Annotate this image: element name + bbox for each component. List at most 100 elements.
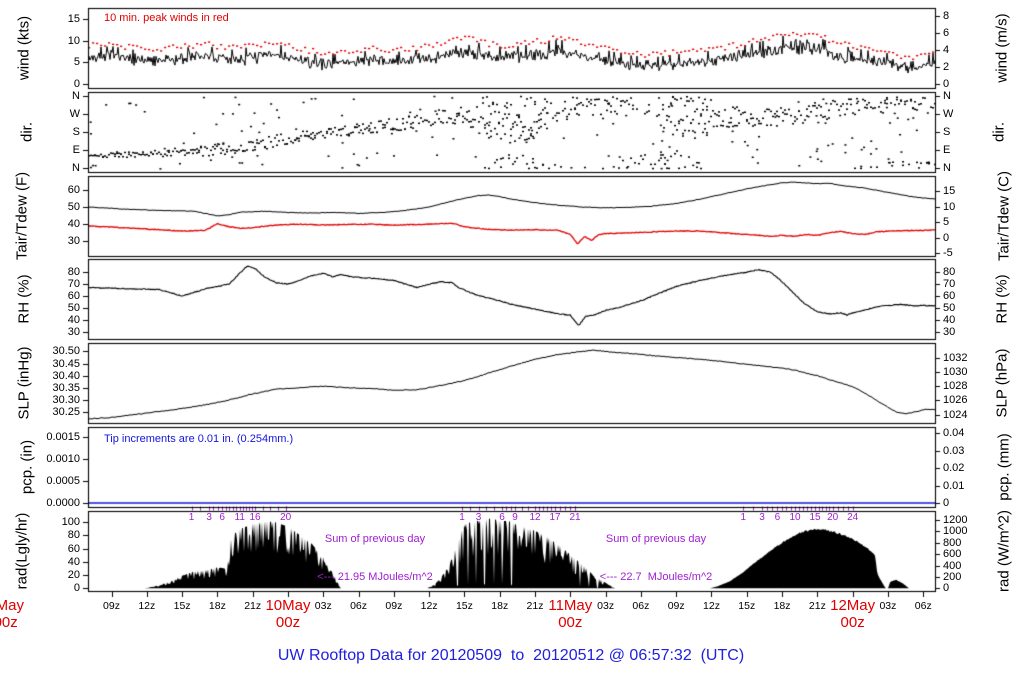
axis-title-rh-right: RH (%) xyxy=(993,274,1011,324)
right-tick-label: 15 xyxy=(943,185,956,197)
right-tick-label: 8 xyxy=(943,10,950,22)
sum-previous-day-2: Sum of previous day <--- 22.7 MJoules/m^… xyxy=(600,508,712,608)
axis-title-pcp-mm: pcp. (mm) xyxy=(995,433,1013,501)
x-tick-label: 18z xyxy=(773,600,791,612)
right-tick-label: W xyxy=(943,108,954,120)
day-label-hour: 00z xyxy=(0,614,18,631)
rad-cumulative-label: 21 xyxy=(569,512,581,523)
sum-previous-day-2-line1: Sum of previous day xyxy=(605,533,707,545)
right-tick-label: 0.04 xyxy=(943,427,965,439)
left-tick-label: 50 xyxy=(67,302,80,314)
left-tick-label: 80 xyxy=(67,266,80,278)
left-tick-label: 0.0000 xyxy=(46,497,80,509)
rad-cumulative-label: 20 xyxy=(280,512,292,523)
right-tick-label: N xyxy=(943,90,951,102)
plot-overlay: wind (kts) dir. Tair/Tdew (F) RH (%) SLP… xyxy=(0,0,1024,700)
axis-title-wind-kts: wind (kts) xyxy=(15,15,33,81)
right-tick-label: 0 xyxy=(943,582,950,594)
day-label-hour: 00z xyxy=(275,614,301,631)
right-tick-label: 5 xyxy=(943,216,950,228)
uw-rooftop-weather-plot: wind (kts) dir. Tair/Tdew (F) RH (%) SLP… xyxy=(0,0,1024,700)
right-tick-label: 400 xyxy=(943,560,962,572)
left-tick-label: 80 xyxy=(67,529,80,541)
x-tick-label: 12z xyxy=(703,600,720,612)
left-tick-label: 5 xyxy=(73,56,80,68)
peak-winds-annotation: 10 min. peak winds in red xyxy=(104,12,229,24)
x-tick-label: 12z xyxy=(420,600,438,612)
axis-title-tair-c: Tair/Tdew (C) xyxy=(995,170,1013,262)
axis-title-dir-right: dir. xyxy=(990,121,1008,143)
rad-cumulative-label: 12 xyxy=(529,512,541,523)
left-tick-label: 70 xyxy=(67,278,80,290)
rad-cumulative-label: 3 xyxy=(475,512,482,523)
left-tick-label: N xyxy=(72,162,80,174)
right-tick-label: 4 xyxy=(943,44,950,56)
x-tick-label: 18z xyxy=(208,600,226,612)
left-tick-label: 40 xyxy=(67,218,80,230)
left-tick-label: 30.30 xyxy=(52,394,80,406)
left-tick-label: 30 xyxy=(67,235,80,247)
right-tick-label: 70 xyxy=(943,278,956,290)
right-tick-label: 50 xyxy=(943,302,956,314)
tip-increments-annotation: Tip increments are 0.01 in. (0.254mm.) xyxy=(104,433,294,445)
right-tick-label: 10 xyxy=(943,201,956,213)
x-tick-label: 09z xyxy=(385,600,403,612)
right-tick-label: 0.01 xyxy=(943,480,965,492)
right-tick-label: 200 xyxy=(943,571,962,583)
day-label-date: 11May xyxy=(548,597,593,614)
left-tick-label: 0.0005 xyxy=(46,475,80,487)
rad-cumulative-label: 17 xyxy=(549,512,561,523)
right-tick-label: 6 xyxy=(943,27,950,39)
right-tick-label: 0 xyxy=(943,232,950,244)
left-tick-label: W xyxy=(69,108,80,120)
left-tick-label: 60 xyxy=(67,543,80,555)
sum-previous-day-1-line1: Sum of previous day xyxy=(324,533,426,545)
left-tick-label: 60 xyxy=(67,184,80,196)
right-tick-label: 0 xyxy=(943,78,950,90)
x-tick-label: 15z xyxy=(738,600,756,612)
sum-previous-day-2-line2: <--- 22.7 MJoules/m^2 xyxy=(599,570,713,583)
right-tick-label: 0.03 xyxy=(943,445,965,457)
right-tick-label: S xyxy=(943,126,951,138)
x-tick-label: 18z xyxy=(491,600,509,612)
sum-previous-day-1: Sum of previous day <--- 21.95 MJoules/m… xyxy=(317,508,433,608)
right-tick-label: 0 xyxy=(943,497,950,509)
rad-cumulative-label: 24 xyxy=(847,512,859,523)
day-label-date: 10May xyxy=(265,597,311,614)
left-tick-label: 0.0010 xyxy=(46,453,80,465)
left-tick-label: 30.45 xyxy=(52,358,80,370)
right-tick-label: 80 xyxy=(943,266,956,278)
right-tick-label: E xyxy=(943,144,951,156)
x-tick-label: 06z xyxy=(350,600,368,612)
x-tick-label: 15z xyxy=(455,600,473,612)
left-tick-label: 30.25 xyxy=(52,406,80,418)
right-tick-label: 40 xyxy=(943,314,956,326)
right-tick-label: 1024 xyxy=(943,409,968,421)
left-tick-label: 50 xyxy=(67,201,80,213)
right-tick-label: 1026 xyxy=(943,394,968,406)
right-tick-label: 2 xyxy=(943,61,950,73)
left-tick-label: 40 xyxy=(67,314,80,326)
left-tick-label: S xyxy=(72,126,80,138)
axis-title-wind-ms: wind (m/s) xyxy=(993,13,1011,83)
right-tick-label: 600 xyxy=(943,548,962,560)
left-tick-label: 30.50 xyxy=(52,345,80,357)
rad-cumulative-label: 16 xyxy=(249,512,261,523)
right-tick-label: 1200 xyxy=(943,514,968,526)
left-tick-label: 0 xyxy=(73,582,80,594)
right-tick-label: 1028 xyxy=(943,380,968,392)
x-tick-label: 06z xyxy=(632,600,650,612)
rad-cumulative-label: 20 xyxy=(827,512,839,523)
left-tick-label: 30.40 xyxy=(52,370,80,382)
page-title: UW Rooftop Data for 20120509 to 20120512… xyxy=(277,647,745,664)
x-tick-label: 09z xyxy=(103,600,120,612)
left-tick-label: N xyxy=(72,90,80,102)
axis-title-rad-wm2: rad (W/m^2) xyxy=(995,509,1013,593)
axis-title-slp-hpa: SLP (hPa) xyxy=(993,348,1011,418)
day-label-hour: 00z xyxy=(558,614,583,631)
x-tick-label: 15z xyxy=(173,600,191,612)
left-tick-label: 15 xyxy=(67,13,80,25)
left-tick-label: 0.0015 xyxy=(46,431,80,443)
day-label-date: 12May xyxy=(830,597,876,614)
day-label-hour: 00z xyxy=(840,614,865,631)
